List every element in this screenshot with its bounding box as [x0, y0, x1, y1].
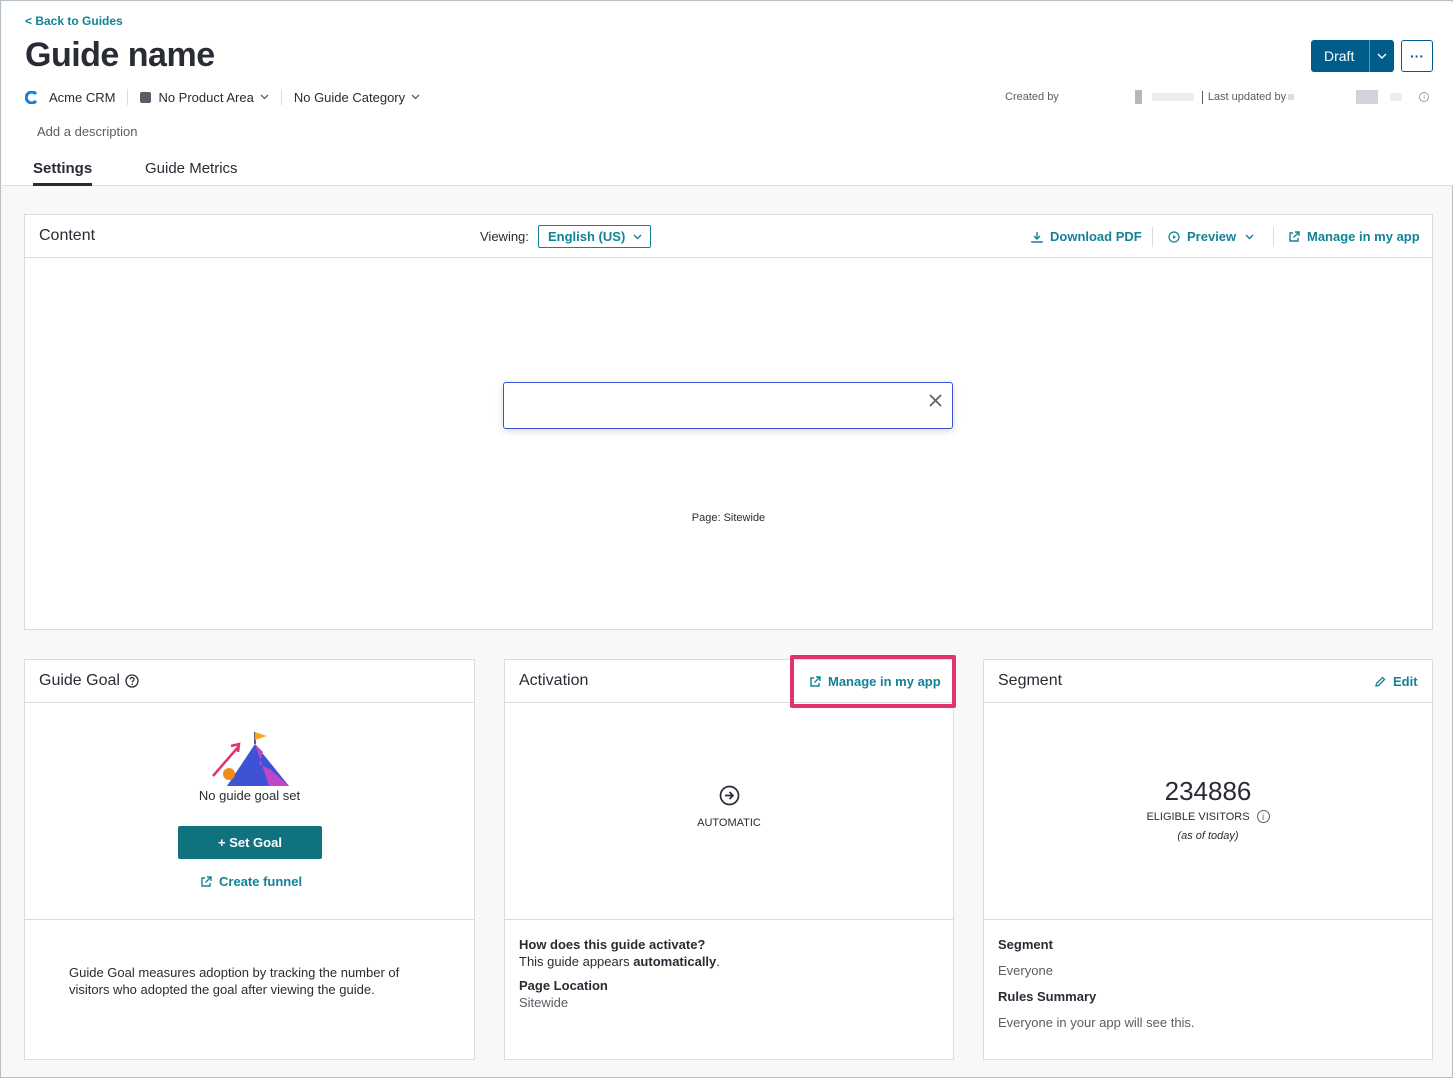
meta-divider	[280, 89, 282, 105]
info-icon[interactable]: i	[1419, 92, 1430, 102]
product-area-dropdown[interactable]: No Product Area	[140, 89, 269, 105]
last-updated-label: Last updated by	[1207, 91, 1287, 103]
content-card-header: Content Viewing: English (US) Download P…	[25, 215, 1432, 258]
activation-answer-prefix: This guide appears	[519, 954, 634, 969]
redacted-avatar	[1288, 94, 1295, 100]
external-link-icon	[201, 875, 212, 887]
page-location-label: Page Location	[519, 978, 608, 993]
goal-illustration-icon	[212, 732, 289, 786]
activation-answer-suffix: .	[716, 954, 720, 969]
eligible-visitors-count: 234886	[1164, 776, 1252, 806]
guide-goal-title: Guide Goal	[39, 672, 120, 689]
authorship-info: Created by Last updated by i	[1005, 90, 1430, 104]
meta-divider	[127, 89, 129, 105]
viewing-label: Viewing:	[480, 229, 529, 244]
product-area-swatch	[140, 91, 152, 103]
segment-title: Segment	[998, 672, 1063, 689]
segment-label: Segment	[998, 937, 1053, 952]
created-by-label: Created by	[1005, 91, 1059, 103]
product-area-label: No Product Area	[158, 89, 254, 105]
preview-label: Preview	[1187, 229, 1237, 244]
create-funnel-label: Create funnel	[219, 874, 303, 889]
redacted-name	[1390, 93, 1403, 101]
redacted-avatar	[1134, 90, 1142, 104]
chevron-down-icon	[633, 232, 642, 242]
chevron-down-icon	[411, 92, 420, 102]
status-label: Draft	[1324, 48, 1355, 64]
app-name: Acme CRM	[49, 89, 116, 105]
guide-preview-modal[interactable]	[503, 382, 953, 429]
set-goal-button[interactable]: + Set Goal	[178, 826, 322, 859]
action-divider	[1273, 227, 1274, 247]
more-options-button[interactable]: ···	[1401, 40, 1433, 72]
page-location-label: Page: Sitewide	[691, 512, 766, 524]
guide-goal-title-wrap: Guide Goal	[39, 672, 139, 690]
section-divider	[984, 919, 1432, 920]
edit-segment-button[interactable]: Edit	[1374, 674, 1418, 689]
page-title[interactable]: Guide name	[25, 36, 215, 75]
segment-header: Segment Edit	[984, 660, 1432, 703]
activation-title: Activation	[519, 672, 589, 689]
preview-dropdown[interactable]: Preview	[1168, 229, 1261, 244]
activation-question: How does this guide activate?	[519, 937, 706, 952]
redacted-name	[1151, 93, 1194, 101]
action-divider	[1152, 227, 1153, 247]
page-header: < Back to Guides Guide name Draft ··· Ac…	[2, 2, 1453, 186]
tab-settings[interactable]: Settings	[33, 160, 93, 186]
status-dropdown-button[interactable]: Draft	[1311, 40, 1394, 72]
content-card: Content Viewing: English (US) Download P…	[24, 214, 1433, 630]
guide-category-label: No Guide Category	[293, 89, 406, 105]
arrow-right-circle-icon	[719, 785, 740, 806]
no-goal-text: No guide goal set	[198, 788, 301, 803]
rules-summary-value: Everyone in your app will see this.	[998, 1015, 1195, 1030]
redacted-name	[1356, 90, 1379, 104]
manage-in-app-label: Manage in my app	[1307, 229, 1420, 244]
section-divider	[25, 919, 474, 920]
add-description-field[interactable]: Add a description	[37, 124, 137, 139]
content-card-title: Content	[39, 227, 96, 244]
app-frame: < Back to Guides Guide name Draft ··· Ac…	[0, 0, 1453, 1078]
app-logo-icon	[25, 90, 38, 104]
external-link-icon	[1289, 230, 1300, 242]
activation-answer: This guide appears automatically.	[519, 953, 720, 970]
page-location-value: Sitewide	[519, 995, 569, 1010]
chevron-down-icon	[1245, 232, 1261, 242]
eligible-visitors-label: ELIGIBLE VISITORS	[1146, 810, 1250, 823]
guide-meta-row: Acme CRM No Product Area No Guide Catego…	[25, 88, 420, 106]
language-value: English (US)	[548, 229, 626, 244]
activation-card: Activation Manage in my app AUTOMATIC Ho…	[504, 659, 954, 1060]
guide-category-dropdown[interactable]: No Guide Category	[294, 90, 420, 105]
edit-label: Edit	[1393, 674, 1418, 689]
guide-goal-header: Guide Goal	[25, 660, 474, 703]
segment-card: Segment Edit 234886 ELIGIBLE VISITORS i …	[983, 659, 1433, 1060]
highlight-annotation	[790, 655, 956, 708]
activation-mode: AUTOMATIC	[697, 817, 761, 829]
back-to-guides-link[interactable]: < Back to Guides	[25, 14, 123, 28]
goal-description: Guide Goal measures adoption by tracking…	[69, 965, 400, 997]
info-icon[interactable]: i	[1256, 810, 1270, 823]
chevron-down-icon	[1370, 51, 1394, 62]
authorship-divider	[1201, 90, 1203, 104]
segment-value: Everyone	[998, 963, 1053, 978]
create-funnel-link[interactable]: Create funnel	[200, 874, 302, 889]
chevron-down-icon	[260, 92, 269, 102]
language-select[interactable]: English (US)	[538, 225, 651, 248]
tab-guide-metrics[interactable]: Guide Metrics	[145, 160, 238, 183]
close-icon[interactable]	[926, 391, 944, 409]
download-icon	[1031, 231, 1043, 243]
app-selector[interactable]: Acme CRM	[25, 90, 115, 105]
play-circle-icon	[1168, 230, 1180, 243]
pencil-icon	[1375, 676, 1386, 687]
download-pdf-button[interactable]: Download PDF	[1031, 229, 1142, 244]
guide-goal-card: Guide Goal No guide goal set + Set Goal …	[24, 659, 475, 1060]
download-pdf-label: Download PDF	[1050, 229, 1142, 244]
section-divider	[505, 919, 953, 920]
activation-answer-bold: automatically	[633, 954, 717, 969]
help-icon[interactable]	[125, 674, 139, 688]
manage-in-app-button[interactable]: Manage in my app	[1288, 229, 1420, 244]
count-note: (as of today)	[1177, 830, 1239, 842]
rules-summary-label: Rules Summary	[998, 989, 1097, 1004]
eligible-visitors-row: ELIGIBLE VISITORS i	[984, 810, 1432, 823]
